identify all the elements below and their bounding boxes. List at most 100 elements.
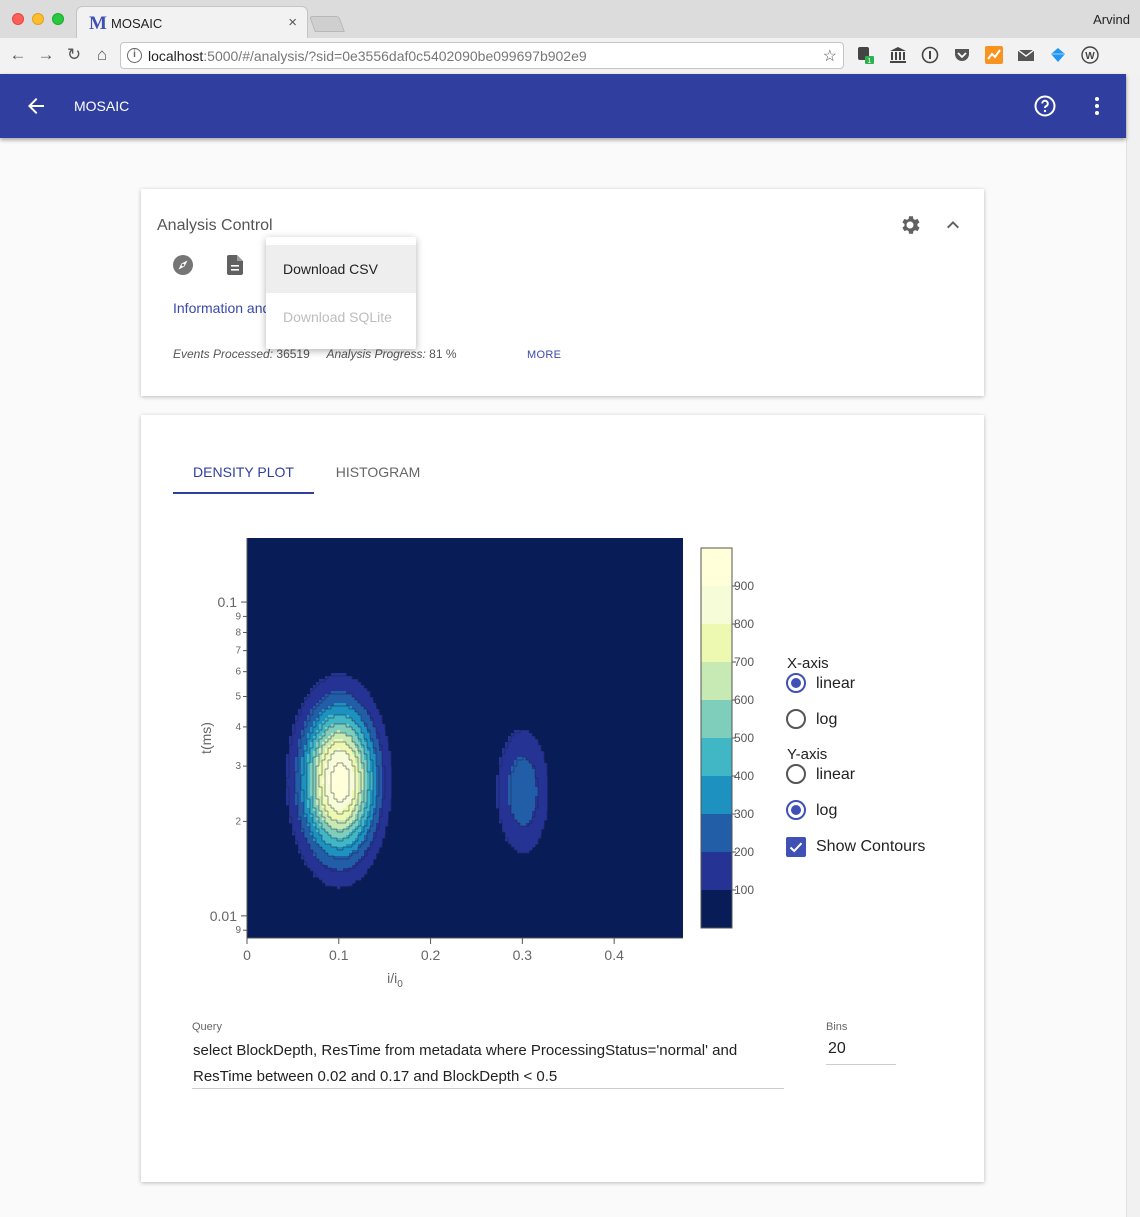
bookmark-star-icon[interactable]: ☆ bbox=[823, 46, 837, 66]
density-cell bbox=[334, 718, 338, 722]
address-bar[interactable]: i localhost:5000/#/analysis/?sid=0e3556d… bbox=[120, 42, 844, 69]
document-icon[interactable] bbox=[223, 253, 247, 277]
density-cell bbox=[295, 730, 299, 734]
profile-name[interactable]: Arvind bbox=[1093, 12, 1130, 27]
density-cell bbox=[334, 880, 338, 884]
density-plot[interactable]: 0 0.1 0.2 0.3 0.40.10.01987654329i/i0t(ms)10… bbox=[141, 415, 984, 1015]
close-tab-icon[interactable]: × bbox=[288, 14, 297, 31]
y-log-radio[interactable] bbox=[786, 800, 806, 820]
w-icon[interactable]: W bbox=[1081, 46, 1099, 64]
density-cell bbox=[307, 793, 311, 797]
info-circle-icon[interactable] bbox=[921, 46, 939, 64]
arrow-back-icon[interactable] bbox=[24, 94, 48, 118]
minimize-window-button[interactable] bbox=[32, 13, 44, 25]
download-csv-item[interactable]: Download CSV bbox=[266, 245, 416, 293]
density-cell bbox=[304, 850, 308, 854]
density-cell bbox=[499, 814, 503, 818]
density-cell bbox=[304, 760, 308, 764]
gear-icon[interactable] bbox=[898, 213, 922, 237]
density-cell bbox=[322, 739, 326, 743]
reload-button[interactable]: ↻ bbox=[64, 45, 84, 65]
density-cell bbox=[307, 727, 311, 731]
show-contours-label[interactable]: Show Contours bbox=[816, 838, 925, 856]
density-cell bbox=[358, 826, 362, 830]
density-cell bbox=[340, 700, 344, 704]
density-cell bbox=[316, 697, 320, 701]
chevron-up-icon[interactable] bbox=[941, 213, 965, 237]
density-cell bbox=[520, 766, 524, 770]
page-scrollbar[interactable] bbox=[1126, 74, 1140, 1217]
density-cell bbox=[349, 679, 353, 683]
information-link[interactable]: Information and bbox=[173, 300, 270, 316]
home-button[interactable]: ⌂ bbox=[92, 45, 112, 65]
density-cell bbox=[340, 709, 344, 713]
density-cell bbox=[364, 814, 368, 818]
density-cell bbox=[538, 766, 542, 770]
download-sqlite-item[interactable]: Download SQLite bbox=[266, 293, 416, 341]
x-linear-label[interactable]: linear bbox=[816, 675, 855, 693]
density-cell bbox=[349, 826, 353, 830]
y-log-label[interactable]: log bbox=[816, 802, 837, 820]
info-icon[interactable]: i bbox=[127, 48, 142, 63]
library-icon[interactable] bbox=[889, 46, 907, 64]
y-linear-label[interactable]: linear bbox=[816, 766, 855, 784]
more-button[interactable]: MORE bbox=[527, 349, 561, 361]
density-cell bbox=[331, 883, 335, 887]
back-button[interactable]: ← bbox=[8, 45, 28, 65]
browser-tab[interactable]: M MOSAIC × bbox=[76, 6, 308, 38]
close-window-button[interactable] bbox=[12, 13, 24, 25]
bins-input[interactable]: 20 bbox=[828, 1040, 846, 1058]
density-cell bbox=[499, 808, 503, 812]
orange-chart-icon[interactable] bbox=[985, 46, 1003, 64]
maximize-window-button[interactable] bbox=[52, 13, 64, 25]
density-cell bbox=[355, 781, 359, 785]
new-tab-button[interactable] bbox=[309, 16, 345, 32]
compass-icon[interactable] bbox=[171, 253, 195, 277]
density-cell bbox=[382, 745, 386, 749]
help-icon[interactable] bbox=[1033, 94, 1057, 118]
density-cell bbox=[352, 826, 356, 830]
pocket-icon[interactable] bbox=[953, 46, 971, 64]
density-cell bbox=[517, 802, 521, 806]
density-cell bbox=[331, 823, 335, 827]
density-cell bbox=[322, 868, 326, 872]
density-cell bbox=[505, 775, 509, 779]
forward-button[interactable]: → bbox=[36, 45, 56, 65]
density-cell bbox=[340, 832, 344, 836]
density-cell bbox=[334, 751, 338, 755]
diamond-icon[interactable] bbox=[1049, 46, 1067, 64]
density-cell bbox=[361, 700, 365, 704]
density-cell bbox=[358, 706, 362, 710]
query-input[interactable]: select BlockDepth, ResTime from metadata… bbox=[193, 1038, 785, 1090]
show-contours-checkbox[interactable] bbox=[786, 837, 806, 857]
x-log-radio[interactable] bbox=[786, 709, 806, 729]
density-cell bbox=[334, 700, 338, 704]
density-cell bbox=[331, 694, 335, 698]
density-cell bbox=[307, 712, 311, 716]
density-cell bbox=[535, 745, 539, 749]
density-cell bbox=[331, 820, 335, 824]
x-log-label[interactable]: log bbox=[816, 711, 837, 729]
x-linear-radio[interactable] bbox=[786, 673, 806, 693]
density-cell bbox=[316, 706, 320, 710]
density-cell bbox=[541, 808, 545, 812]
more-vert-icon[interactable] bbox=[1085, 94, 1109, 118]
y-linear-radio[interactable] bbox=[786, 764, 806, 784]
evernote-icon[interactable]: 1 bbox=[856, 46, 874, 64]
density-cell bbox=[523, 775, 527, 779]
colorbar-band bbox=[701, 776, 732, 814]
browser-toolbar: ← → ↻ ⌂ i localhost:5000/#/analysis/?sid… bbox=[0, 38, 1140, 74]
density-cell bbox=[334, 697, 338, 701]
density-cell bbox=[313, 742, 317, 746]
density-cell bbox=[289, 778, 293, 782]
mail-icon[interactable] bbox=[1017, 46, 1035, 64]
density-cell bbox=[499, 787, 503, 791]
density-cell bbox=[358, 838, 362, 842]
density-cell bbox=[529, 823, 533, 827]
density-cell bbox=[505, 799, 509, 803]
density-cell bbox=[343, 775, 347, 779]
density-cell bbox=[379, 820, 383, 824]
density-cell bbox=[292, 748, 296, 752]
density-cell bbox=[352, 868, 356, 872]
density-cell bbox=[334, 859, 338, 863]
